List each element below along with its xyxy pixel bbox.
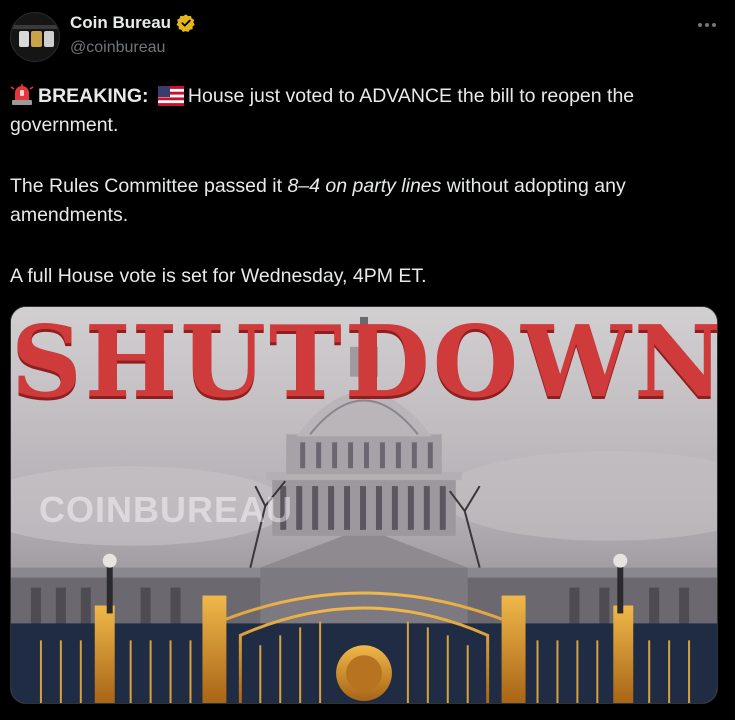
- line3-text: A full House vote is set for Wednesday, …: [10, 265, 427, 287]
- author-handle[interactable]: @coinbureau: [70, 39, 165, 57]
- tweet-card: Coin Bureau @coinbureau BREAKING: House …: [0, 0, 735, 720]
- police-light-emoji-icon: [10, 84, 34, 105]
- avatar-bar-left: [19, 31, 29, 47]
- tweet-text-line2: The Rules Committee passed it 8–4 on par…: [10, 172, 722, 230]
- tweet-text-line3: A full House vote is set for Wednesday, …: [10, 262, 722, 291]
- tweet-image[interactable]: SHUTDOWN COINBUREAU: [10, 306, 718, 704]
- line2-text-a: The Rules Committee passed it: [10, 175, 288, 197]
- avatar-bar-right: [44, 31, 54, 47]
- avatar-strip: [11, 25, 59, 29]
- line2-italic: 8–4 on party lines: [287, 175, 442, 197]
- us-flag-emoji-icon: [157, 86, 184, 106]
- avatar-bar-gold: [31, 31, 42, 47]
- avatar[interactable]: [10, 12, 60, 62]
- display-name[interactable]: Coin Bureau: [70, 13, 171, 33]
- breaking-label: BREAKING:: [38, 85, 149, 107]
- dot-icon: [698, 23, 702, 27]
- author-name-row: Coin Bureau: [70, 13, 196, 33]
- dot-icon: [712, 23, 716, 27]
- shutdown-headline: SHUTDOWN: [11, 306, 718, 420]
- tweet-text-line1: BREAKING: House just voted to ADVANCE th…: [10, 82, 722, 140]
- more-options-button[interactable]: [693, 14, 721, 36]
- dot-icon: [705, 23, 709, 27]
- gold-verified-badge-icon: [176, 14, 195, 32]
- coinbureau-watermark: COINBUREAU: [39, 489, 294, 530]
